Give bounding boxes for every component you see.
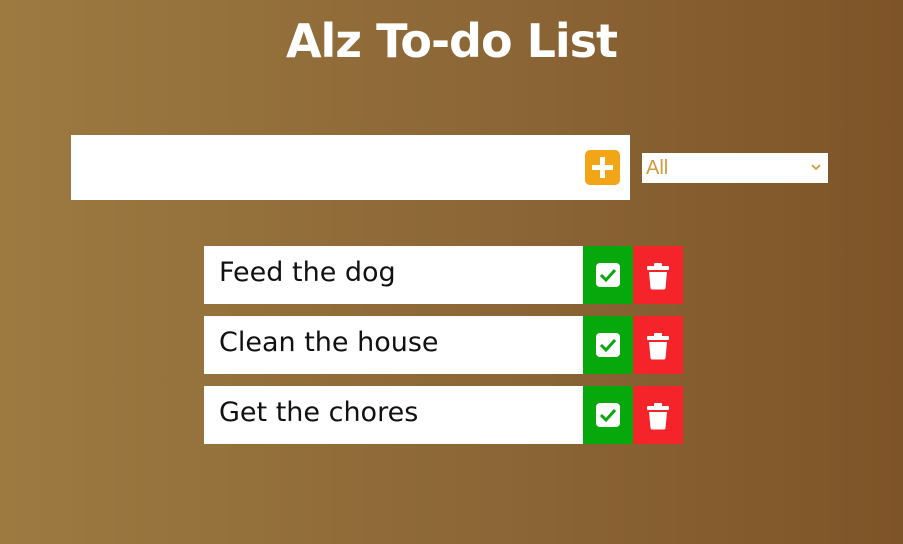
complete-button[interactable] (583, 386, 633, 444)
page-title: Alz To-do List (285, 14, 618, 68)
check-square-icon (596, 263, 620, 287)
check-square-icon (596, 403, 620, 427)
todo-text: Clean the house (219, 327, 439, 358)
delete-button[interactable] (633, 246, 683, 304)
todo-list: Feed the dog Clean the house Get the cho… (204, 246, 683, 456)
complete-button[interactable] (583, 316, 633, 374)
plus-square-icon (592, 157, 613, 178)
add-todo-button[interactable] (585, 150, 620, 185)
filter-select[interactable]: All (642, 153, 828, 183)
todo-item: Clean the house (204, 316, 683, 374)
trash-icon (647, 403, 669, 430)
todo-item: Get the chores (204, 386, 683, 444)
filter-selected-value: All (646, 157, 669, 179)
check-square-icon (596, 333, 620, 357)
todo-text: Get the chores (219, 397, 419, 428)
todo-text: Feed the dog (219, 257, 396, 288)
complete-button[interactable] (583, 246, 633, 304)
add-todo-form (71, 135, 630, 200)
chevron-down-icon (811, 164, 821, 171)
todo-item: Feed the dog (204, 246, 683, 304)
delete-button[interactable] (633, 316, 683, 374)
trash-icon (647, 263, 669, 290)
todo-input[interactable] (71, 135, 571, 200)
trash-icon (647, 333, 669, 360)
delete-button[interactable] (633, 386, 683, 444)
